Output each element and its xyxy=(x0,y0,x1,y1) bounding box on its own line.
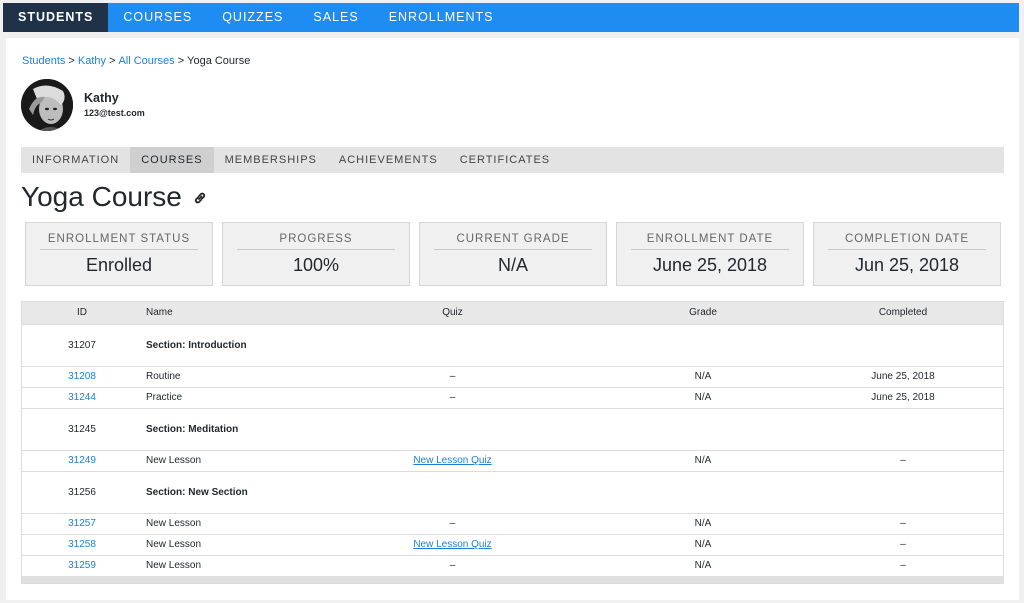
lesson-name: New Lesson xyxy=(146,560,202,572)
breadcrumb: Students > Kathy > All Courses > Yoga Course xyxy=(22,55,250,67)
link-icon[interactable] xyxy=(192,190,208,206)
student-name: Kathy xyxy=(84,91,119,105)
column-header-quiz: Quiz xyxy=(442,307,463,319)
lesson-row: 31249 New Lesson New Lesson Quiz N/A – xyxy=(22,450,1003,471)
lesson-name: New Lesson xyxy=(146,539,202,550)
column-header-grade: Grade xyxy=(689,307,717,319)
lesson-completed: – xyxy=(900,455,906,466)
top-navigation: STUDENTS COURSES QUIZZES SALES ENROLLMEN… xyxy=(3,3,1019,32)
course-progress-table: ID Name Quiz Grade Completed 31207 Secti… xyxy=(21,301,1004,584)
nav-quizzes[interactable]: QUIZZES xyxy=(207,3,298,32)
avatar xyxy=(21,79,73,131)
lesson-id-link[interactable]: 31249 xyxy=(68,455,96,466)
stat-value: 100% xyxy=(292,255,340,275)
lesson-quiz-link[interactable]: New Lesson Quiz xyxy=(413,455,491,466)
stat-label: CURRENT GRADE xyxy=(434,233,592,250)
table-header-row: ID Name Quiz Grade Completed xyxy=(22,302,1003,324)
lesson-row: 31259 New Lesson – N/A – xyxy=(22,555,1003,576)
lesson-grade: N/A xyxy=(694,518,712,529)
lesson-grade: N/A xyxy=(694,455,712,466)
column-header-id: ID xyxy=(77,307,87,319)
lesson-quiz: – xyxy=(449,392,456,403)
section-row: 31256 Section: New Section xyxy=(22,471,1003,513)
lesson-quiz: – xyxy=(449,371,456,382)
column-header-completed: Completed xyxy=(878,307,928,319)
student-email: 123@test.com xyxy=(84,108,145,118)
lesson-quiz: – xyxy=(449,560,456,572)
lesson-completed: June 25, 2018 xyxy=(871,371,935,382)
section-row: 31245 Section: Meditation xyxy=(22,408,1003,450)
breadcrumb-separator: > xyxy=(109,55,116,67)
stat-current-grade: CURRENT GRADE N/A xyxy=(419,222,607,286)
stat-enrollment-date: ENROLLMENT DATE June 25, 2018 xyxy=(616,222,804,286)
main-panel: Students > Kathy > All Courses > Yoga Course K… xyxy=(6,38,1019,600)
section-id: 31245 xyxy=(68,423,96,435)
stat-value: Enrolled xyxy=(85,255,153,275)
stat-enrollment-status: ENROLLMENT STATUS Enrolled xyxy=(25,222,213,286)
nav-sales[interactable]: SALES xyxy=(298,3,373,32)
section-name: Section: New Section xyxy=(146,486,248,498)
lesson-id-link[interactable]: 31259 xyxy=(68,560,96,571)
table-footer-bar xyxy=(22,576,1003,583)
tab-information[interactable]: INFORMATION xyxy=(21,147,130,173)
lesson-id-link[interactable]: 31244 xyxy=(68,392,96,403)
breadcrumb-current: Yoga Course xyxy=(187,55,251,67)
breadcrumb-separator: > xyxy=(68,55,75,67)
stat-progress: PROGRESS 100% xyxy=(222,222,410,286)
lesson-id-link[interactable]: 31257 xyxy=(68,518,96,529)
lesson-completed: – xyxy=(900,539,906,550)
lesson-grade: N/A xyxy=(694,560,712,572)
lesson-completed: – xyxy=(900,518,906,529)
nav-students[interactable]: STUDENTS xyxy=(3,3,109,32)
tab-memberships[interactable]: MEMBERSHIPS xyxy=(214,147,328,173)
section-id: 31256 xyxy=(68,486,96,498)
lesson-quiz: – xyxy=(449,518,456,529)
lesson-name: New Lesson xyxy=(146,518,202,529)
section-name: Section: Meditation xyxy=(146,423,239,435)
stat-label: ENROLLMENT STATUS xyxy=(40,233,198,250)
breadcrumb-kathy[interactable]: Kathy xyxy=(78,55,106,67)
lesson-row: 31244 Practice – N/A June 25, 2018 xyxy=(22,387,1003,408)
stat-label: PROGRESS xyxy=(237,233,395,250)
lesson-completed: – xyxy=(900,560,906,572)
lesson-id-link[interactable]: 31258 xyxy=(68,539,96,550)
stat-value: June 25, 2018 xyxy=(652,255,768,275)
column-header-name: Name xyxy=(146,307,173,319)
breadcrumb-all-courses[interactable]: All Courses xyxy=(118,55,174,67)
lesson-row: 31208 Routine – N/A June 25, 2018 xyxy=(22,366,1003,387)
lesson-row: 31257 New Lesson – N/A – xyxy=(22,513,1003,534)
page-title: Yoga Course xyxy=(21,181,182,212)
lesson-quiz-link[interactable]: New Lesson Quiz xyxy=(413,539,491,550)
lesson-name: Practice xyxy=(146,392,183,403)
enrollment-stats: ENROLLMENT STATUS Enrolled PROGRESS 100%… xyxy=(25,222,1001,286)
breadcrumb-separator: > xyxy=(177,55,185,67)
lesson-grade: N/A xyxy=(694,371,712,382)
tab-courses[interactable]: COURSES xyxy=(130,147,214,173)
lesson-grade: N/A xyxy=(694,539,712,550)
tab-achievements[interactable]: ACHIEVEMENTS xyxy=(328,147,449,173)
stat-completion-date: COMPLETION DATE Jun 25, 2018 xyxy=(813,222,1001,286)
stat-value: N/A xyxy=(497,255,528,275)
stat-label: COMPLETION DATE xyxy=(828,233,986,250)
nav-courses[interactable]: COURSES xyxy=(108,3,207,32)
student-tabs: INFORMATION COURSES MEMBERSHIPS ACHIEVEM… xyxy=(21,147,1004,173)
breadcrumb-students[interactable]: Students xyxy=(22,55,65,67)
tab-certificates[interactable]: CERTIFICATES xyxy=(449,147,561,173)
lesson-name: Routine xyxy=(146,371,181,382)
section-row: 31207 Section: Introduction xyxy=(22,324,1003,366)
lesson-row: 31258 New Lesson New Lesson Quiz N/A – xyxy=(22,534,1003,555)
stat-label: ENROLLMENT DATE xyxy=(631,233,789,250)
lesson-id-link[interactable]: 31208 xyxy=(68,371,96,382)
lesson-grade: N/A xyxy=(694,392,712,403)
section-id: 31207 xyxy=(68,339,96,351)
lesson-name: New Lesson xyxy=(146,455,202,466)
nav-enrollments[interactable]: ENROLLMENTS xyxy=(374,3,509,32)
stat-value: Jun 25, 2018 xyxy=(854,255,960,275)
section-name: Section: Introduction xyxy=(146,339,247,351)
lesson-completed: June 25, 2018 xyxy=(871,392,935,403)
